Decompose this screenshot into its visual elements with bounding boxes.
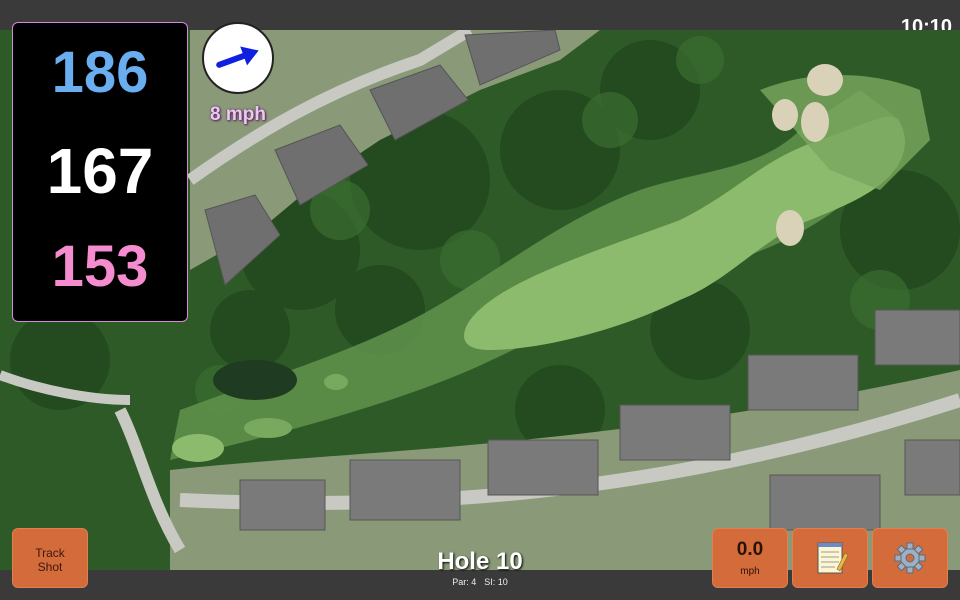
yardage-panel: 186 167 153 <box>12 22 188 322</box>
hole-info: Par: 4 SI: 10 <box>380 577 580 587</box>
hole-stroke-index: SI: 10 <box>484 577 508 587</box>
notepad-icon <box>817 542 849 574</box>
wind-indicator <box>202 22 274 94</box>
settings-button[interactable] <box>872 528 948 588</box>
hole-title: Hole 10 <box>437 548 523 575</box>
front-yardage: 153 <box>51 234 149 299</box>
hole-par: Par: 4 <box>452 577 477 587</box>
wind-speed-label: 8 mph <box>210 104 266 125</box>
track-shot-button[interactable]: Track Shot <box>12 528 88 588</box>
notes-button[interactable] <box>792 528 868 588</box>
gear-icon <box>894 542 926 574</box>
speed-button[interactable]: 0.0 mph <box>712 528 788 588</box>
middle-yardage: 167 <box>46 135 154 207</box>
track-shot-label: Track Shot <box>35 546 65 574</box>
speed-value: 0.0 <box>736 539 764 560</box>
wind-arrow-icon <box>216 46 259 68</box>
speed-unit: mph <box>740 566 760 577</box>
back-yardage: 186 <box>51 40 149 105</box>
